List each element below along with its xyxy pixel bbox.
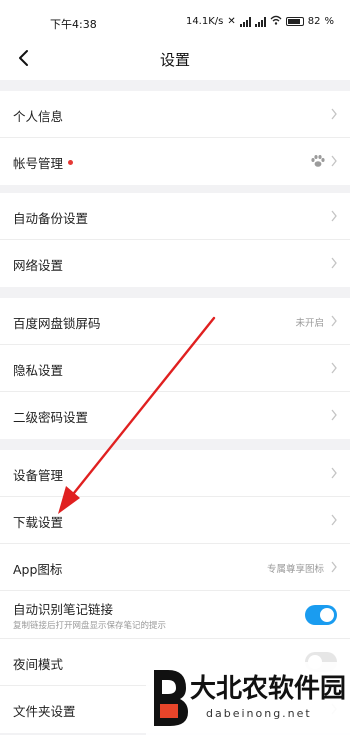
- settings-row-personal-info[interactable]: 个人信息: [0, 91, 350, 138]
- settings-row-account-management[interactable]: 帐号管理: [0, 138, 350, 185]
- chevron-right-icon: [331, 210, 337, 222]
- settings-row-note-link-detect: 自动识别笔记链接 复制链接后打开网盘显示保存笔记的提示: [0, 591, 350, 639]
- chevron-right-icon: [331, 108, 337, 120]
- row-label: 自动识别笔记链接: [13, 602, 114, 617]
- watermark-logo-icon: [154, 670, 188, 726]
- row-label: 自动备份设置: [13, 211, 89, 226]
- watermark-brand: 大北农软件园: [190, 674, 347, 704]
- settings-row-network[interactable]: 网络设置: [0, 240, 350, 287]
- signal-2-icon: [254, 16, 266, 27]
- status-time: 下午4:38: [50, 18, 97, 31]
- settings-group-account: 个人信息 帐号管理: [0, 91, 350, 185]
- red-dot-badge: [68, 160, 74, 165]
- watermark-domain: dabeinong.net: [206, 707, 312, 720]
- paw-icon: [311, 155, 325, 167]
- row-label: 隐私设置: [13, 363, 64, 378]
- toggle-knob: [320, 608, 334, 622]
- settings-group-backup: 自动备份设置 网络设置: [0, 193, 350, 287]
- battery-level: 82: [307, 16, 321, 27]
- battery-icon: [285, 17, 304, 26]
- chevron-right-icon: [331, 315, 337, 327]
- page-title: 设置: [159, 51, 190, 69]
- row-label: 百度网盘锁屏码: [13, 316, 101, 331]
- settings-group-security: 百度网盘锁屏码 未开启 隐私设置 二级密码设置: [0, 298, 350, 439]
- battery-percent-sign: %: [324, 16, 334, 27]
- row-label: 下载设置: [13, 515, 64, 530]
- row-value: 专属尊享图标: [266, 564, 324, 575]
- row-subtitle: 复制链接后打开网盘显示保存笔记的提示: [13, 621, 167, 631]
- row-value: 未开启: [295, 318, 324, 329]
- nav-bar: 设置: [0, 40, 350, 80]
- chevron-right-icon: [331, 409, 337, 421]
- chevron-right-icon: [331, 362, 337, 374]
- note-link-toggle[interactable]: [305, 605, 337, 625]
- row-label: 夜间模式: [13, 657, 64, 672]
- signal-icon: [239, 16, 251, 27]
- row-label: 帐号管理: [13, 153, 74, 172]
- bluetooth-off-icon: ✕: [227, 16, 236, 27]
- row-label-text: 帐号管理: [13, 156, 64, 171]
- row-label: App图标: [13, 562, 63, 577]
- chevron-right-icon: [331, 514, 337, 526]
- chevron-right-icon: [331, 467, 337, 479]
- settings-row-lock-code[interactable]: 百度网盘锁屏码 未开启: [0, 298, 350, 345]
- row-label: 文件夹设置: [13, 704, 76, 719]
- row-label: 网络设置: [13, 258, 64, 273]
- watermark: 大北农软件园 dabeinong.net: [146, 662, 350, 735]
- row-label: 设备管理: [13, 468, 64, 483]
- status-indicators: 14.1K/s ✕ 82%: [186, 15, 334, 28]
- chevron-right-icon: [331, 561, 337, 573]
- row-label: 二级密码设置: [13, 410, 89, 425]
- chevron-right-icon: [331, 155, 337, 167]
- settings-row-device-management[interactable]: 设备管理: [0, 450, 350, 497]
- settings-row-privacy[interactable]: 隐私设置: [0, 345, 350, 392]
- wifi-icon: [270, 15, 282, 28]
- settings-row-secondary-password[interactable]: 二级密码设置: [0, 392, 350, 439]
- row-label: 个人信息: [13, 109, 64, 124]
- network-speed: 14.1K/s: [185, 16, 224, 27]
- settings-row-auto-backup[interactable]: 自动备份设置: [0, 193, 350, 240]
- chevron-right-icon: [331, 257, 337, 269]
- settings-row-app-icon[interactable]: App图标 专属尊享图标: [0, 544, 350, 591]
- settings-row-download[interactable]: 下载设置: [0, 497, 350, 544]
- status-bar: 下午4:38 14.1K/s ✕ 82%: [0, 0, 350, 40]
